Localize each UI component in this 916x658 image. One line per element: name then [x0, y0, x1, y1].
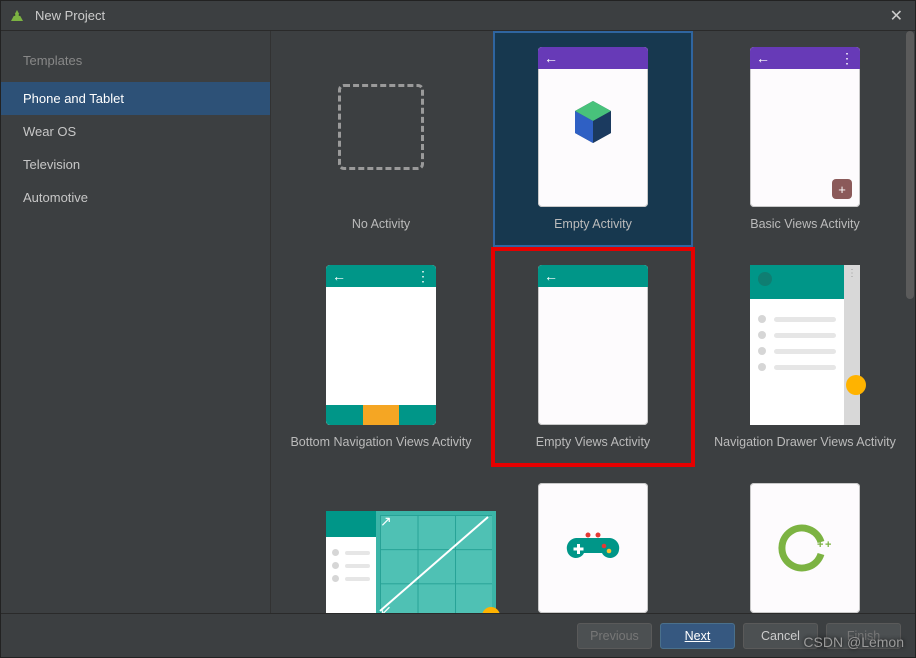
- template-label: Basic Views Activity: [750, 213, 860, 241]
- template-responsive-views-activity[interactable]: ↗ ↙: [281, 467, 481, 613]
- back-arrow-icon: ←: [544, 269, 558, 283]
- overflow-icon: ⋮: [840, 50, 854, 67]
- template-label: Empty Activity: [554, 213, 632, 241]
- sidebar-item-automotive[interactable]: Automotive: [1, 181, 270, 214]
- sidebar-heading: Templates: [1, 49, 270, 82]
- fab-icon: [846, 375, 866, 395]
- phone-preview-icon: [538, 483, 648, 613]
- responsive-preview-icon: ↗ ↙: [326, 511, 496, 613]
- dialog-footer: Previous Next Cancel Finish: [1, 613, 915, 657]
- next-button[interactable]: Next: [660, 623, 735, 649]
- expand-arrow-icon: ↙: [380, 602, 392, 613]
- template-label: No Activity: [352, 213, 410, 241]
- template-basic-views-activity[interactable]: ← ⋮ + Basic Views Activity: [705, 31, 905, 247]
- phone-preview-icon: ←: [538, 47, 648, 207]
- sidebar-item-television[interactable]: Television: [1, 148, 270, 181]
- overflow-icon: ⋮: [416, 268, 430, 285]
- close-icon[interactable]: ✕: [886, 2, 907, 30]
- dashed-square-icon: [326, 47, 436, 207]
- expand-arrow-icon: ↗: [380, 513, 392, 530]
- template-bottom-navigation-views-activity[interactable]: ←⋮ Bottom Navigation Views Activity: [281, 249, 481, 465]
- template-no-activity[interactable]: No Activity: [281, 31, 481, 247]
- svg-text:+: +: [817, 539, 823, 551]
- phone-preview-icon: ← ⋮ +: [750, 47, 860, 207]
- bottom-nav-bar-icon: [326, 405, 436, 425]
- fab-add-icon: +: [832, 179, 852, 199]
- watermark-text: CSDN @Lemon: [803, 634, 904, 650]
- template-native-cpp[interactable]: + +: [705, 467, 905, 613]
- android-studio-logo-icon: [9, 8, 25, 24]
- phone-preview-icon: ←: [538, 265, 648, 425]
- templates-sidebar: Templates Phone and Tablet Wear OS Telev…: [1, 31, 271, 613]
- phone-preview-icon: + +: [750, 483, 860, 613]
- template-empty-views-activity[interactable]: ← Empty Views Activity: [493, 249, 693, 465]
- template-empty-activity[interactable]: ← Empty Activity: [493, 31, 693, 247]
- overflow-icon: ⋮: [847, 268, 857, 279]
- phone-preview-icon: ←⋮: [326, 265, 436, 425]
- back-arrow-icon: ←: [544, 51, 558, 65]
- new-project-dialog: New Project ✕ Templates Phone and Tablet…: [0, 0, 916, 658]
- template-label: Bottom Navigation Views Activity: [290, 431, 471, 459]
- template-gallery[interactable]: No Activity ←: [271, 31, 915, 613]
- nav-drawer-preview-icon: ⋮: [750, 265, 860, 425]
- titlebar: New Project ✕: [1, 1, 915, 31]
- sidebar-item-wear-os[interactable]: Wear OS: [1, 115, 270, 148]
- template-label: Empty Views Activity: [536, 431, 650, 459]
- gamepad-icon: [538, 483, 648, 613]
- back-arrow-icon: ←: [756, 51, 770, 65]
- cpp-icon: + +: [750, 483, 860, 613]
- back-arrow-icon: ←: [332, 269, 346, 283]
- template-label: Navigation Drawer Views Activity: [714, 431, 896, 459]
- window-title: New Project: [35, 8, 105, 23]
- svg-text:+: +: [825, 539, 831, 551]
- vertical-scrollbar[interactable]: [905, 31, 915, 613]
- previous-button: Previous: [577, 623, 652, 649]
- sidebar-item-phone-and-tablet[interactable]: Phone and Tablet: [1, 82, 270, 115]
- template-navigation-drawer-views-activity[interactable]: ⋮: [705, 249, 905, 465]
- compose-cube-icon: [571, 99, 615, 150]
